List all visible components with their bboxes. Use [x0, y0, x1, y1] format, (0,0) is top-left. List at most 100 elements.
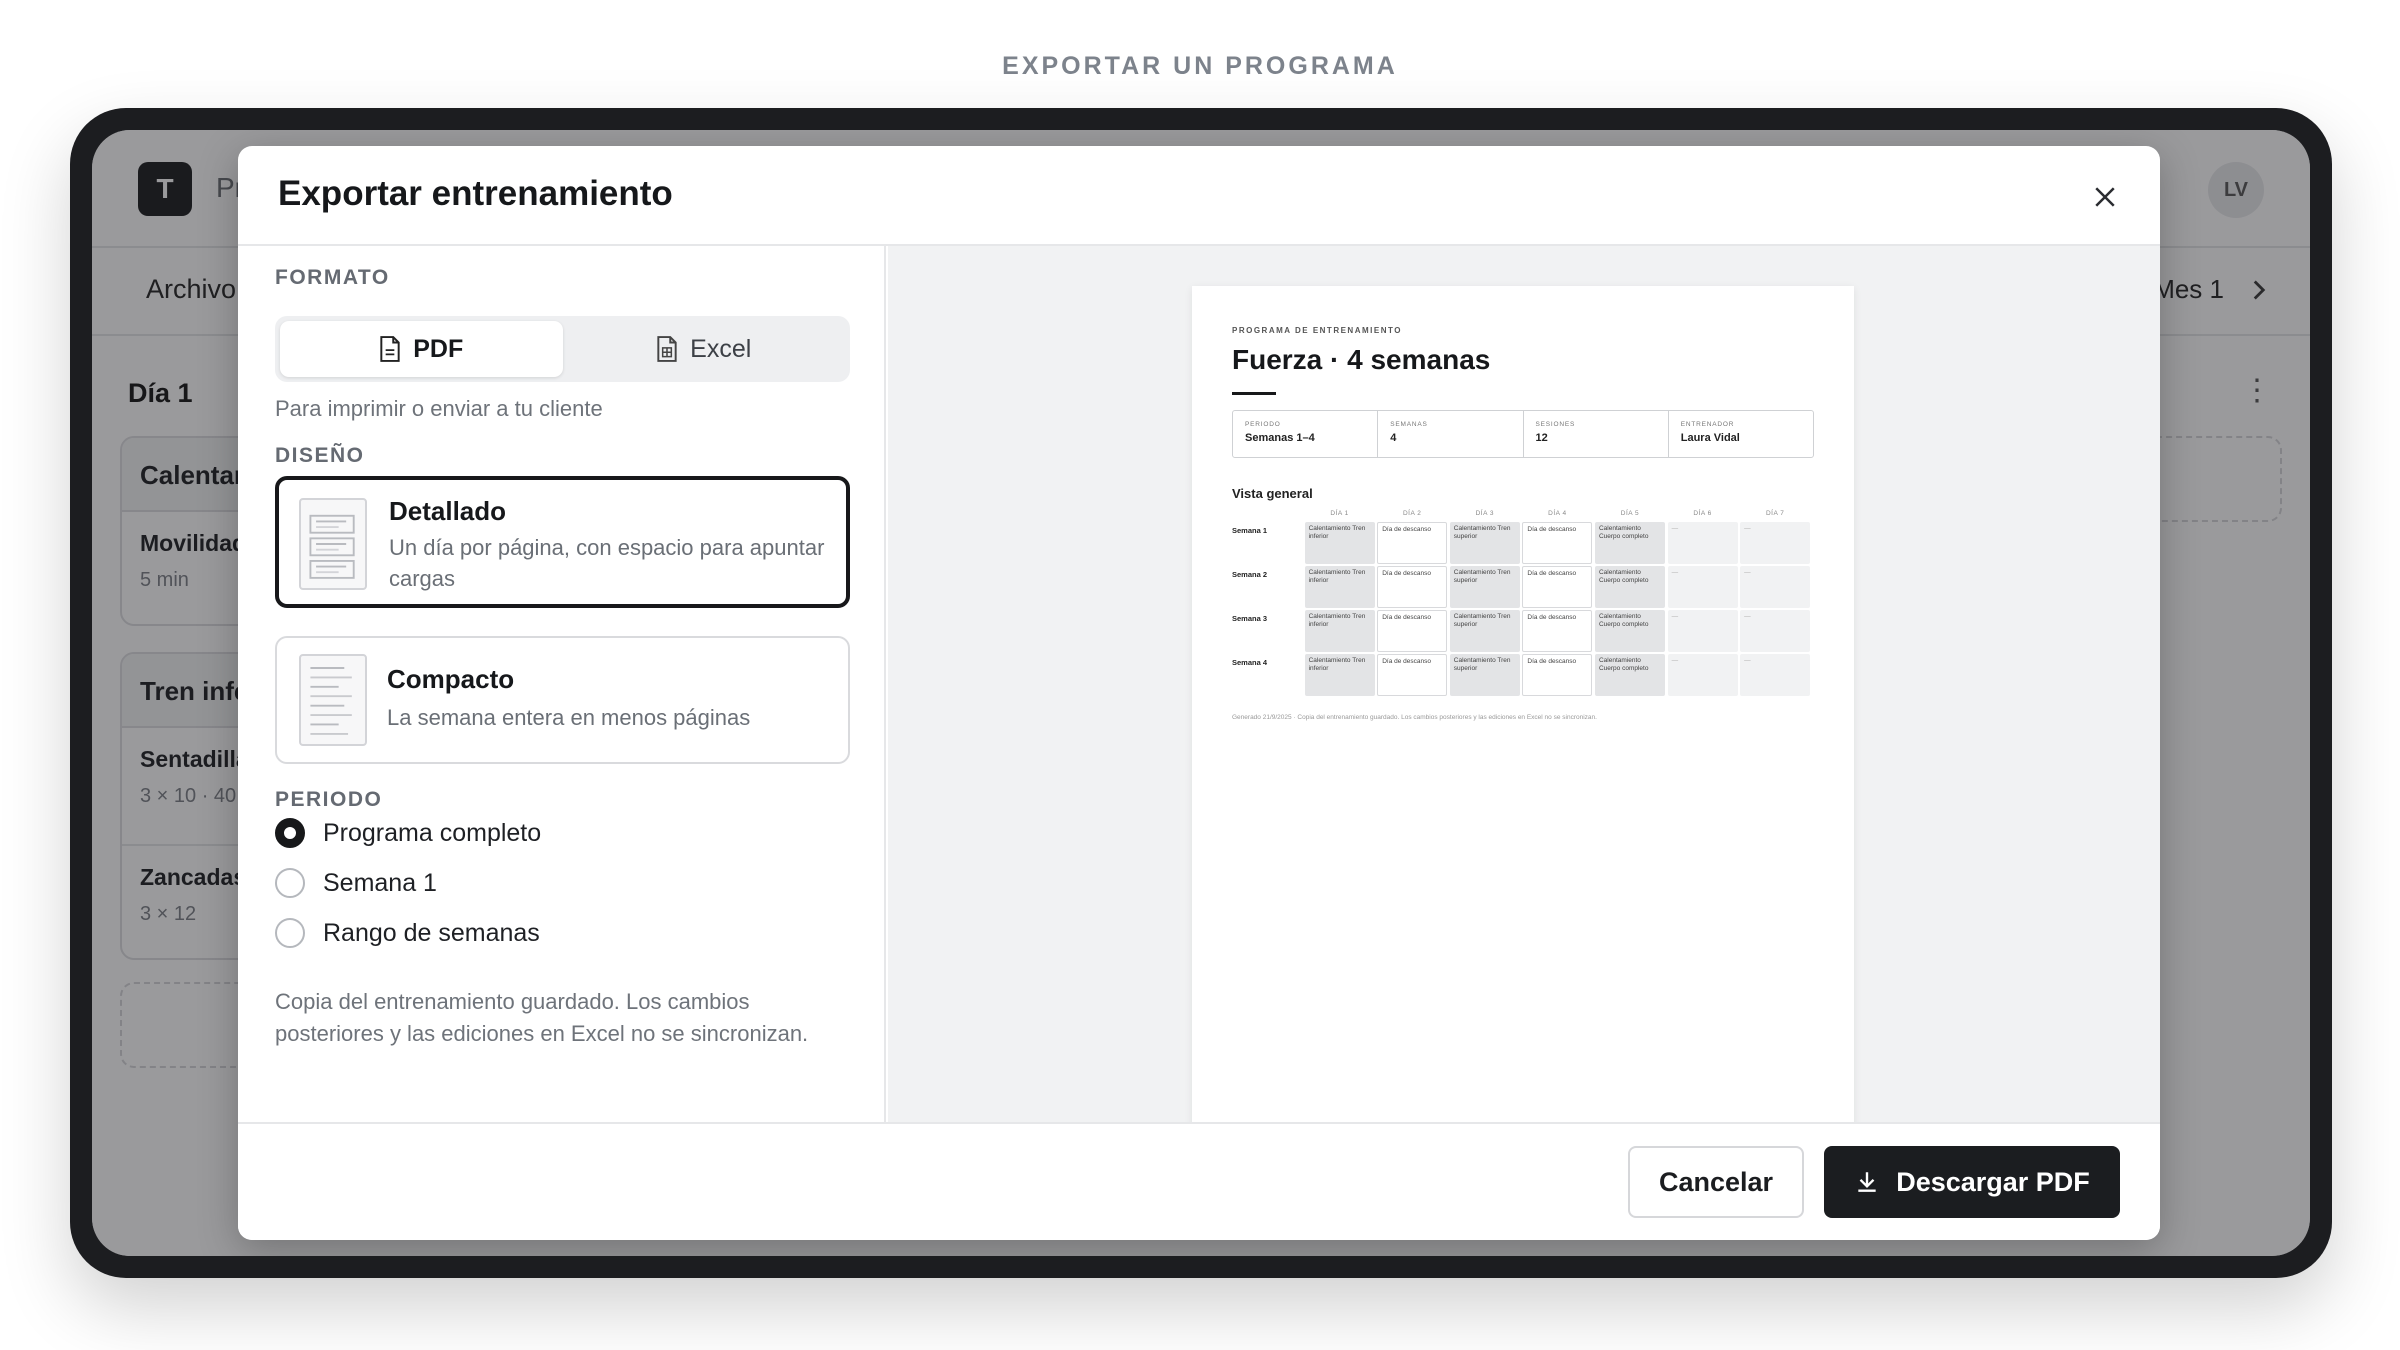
preview-week-row: Semana 1 Calentamiento Tren inferior Día… — [1232, 522, 1814, 566]
preview-grid-header: DÍA 1 DÍA 2 DÍA 3 DÍA 4 DÍA 5 DÍA 6 DÍA … — [1232, 510, 1814, 522]
period-option-label: Semana 1 — [323, 868, 437, 897]
preview-divider — [1232, 392, 1276, 395]
preview-kicker: PROGRAMA DE ENTRENAMIENTO — [1232, 326, 1402, 335]
grid-cell: Calentamiento Cuerpo completo — [1594, 610, 1665, 652]
format-pdf-option[interactable]: PDF — [280, 321, 563, 377]
download-pdf-button[interactable]: Descargar PDF — [1824, 1146, 2120, 1218]
grid-cell: Calentamiento Cuerpo completo — [1594, 566, 1665, 608]
preview-week-row: Semana 3 Calentamiento Tren inferior Día… — [1232, 610, 1814, 654]
dialog-footer: Cancelar Descargar PDF — [238, 1122, 2160, 1240]
design-option-description: La semana entera en menos páginas — [387, 705, 751, 730]
grid-cell: — — [1740, 566, 1811, 608]
grid-cell: — — [1740, 610, 1811, 652]
preview-section-title: Vista general — [1232, 486, 1313, 501]
day-header: DÍA 4 — [1548, 510, 1567, 517]
design-label: DISEÑO — [275, 444, 365, 467]
grid-cell: Calentamiento Tren inferior — [1304, 522, 1375, 564]
tablet-frame: T Pr LV Archivo Mes 1 Día 1 ⋮ Calentar M… — [70, 108, 2332, 1278]
period-option-label: Programa completo — [323, 818, 542, 847]
format-label: FORMATO — [275, 266, 390, 289]
grid-corner — [1232, 510, 1302, 522]
grid-cell: Calentamiento Tren superior — [1449, 610, 1520, 652]
dialog-title: Exportar entrenamiento — [278, 174, 673, 213]
meta-key: SEMANAS — [1390, 421, 1428, 428]
close-icon — [2095, 187, 2115, 207]
period-option-rango-semanas[interactable]: Rango de semanas — [275, 918, 540, 948]
period-option-label: Rango de semanas — [323, 918, 540, 947]
week-label: Semana 1 — [1232, 526, 1268, 535]
format-toggle: PDF Excel — [275, 316, 850, 382]
meta-value: 12 — [1535, 432, 1548, 444]
cancel-button[interactable]: Cancelar — [1628, 1146, 1804, 1218]
preview-panel[interactable]: PROGRAMA DE ENTRENAMIENTO Fuerza · 4 sem… — [888, 246, 2160, 1122]
day-header: DÍA 2 — [1402, 510, 1422, 517]
grid-cell: — — [1667, 522, 1738, 564]
grid-cell: — — [1667, 610, 1738, 652]
grid-cell: — — [1667, 654, 1738, 696]
preview-week-grid: DÍA 1 DÍA 2 DÍA 3 DÍA 4 DÍA 5 DÍA 6 DÍA … — [1232, 510, 1814, 698]
grid-cell: Día de descanso — [1522, 654, 1593, 696]
grid-cell: Calentamiento Tren inferior — [1304, 566, 1375, 608]
pdf-preview-page: PROGRAMA DE ENTRENAMIENTO Fuerza · 4 sem… — [1192, 286, 1854, 1122]
meta-value: Laura Vidal — [1680, 432, 1740, 444]
preview-title: Fuerza · 4 semanas — [1232, 344, 1491, 375]
week-label: Semana 2 — [1232, 570, 1268, 579]
day-header: DÍA 6 — [1693, 510, 1712, 517]
format-hint: Para imprimir o enviar a tu cliente — [275, 396, 603, 421]
grid-cell: Calentamiento Tren inferior — [1304, 610, 1375, 652]
options-panel: FORMATO PDF Excel Para imprimir o enviar… — [238, 246, 886, 1122]
preview-meta-cell: ENTRENADOR Laura Vidal — [1669, 411, 1813, 457]
document-icon — [380, 336, 400, 362]
preview-footer-note: Generado 21/9/2025 · Copia del entrenami… — [1232, 714, 1597, 721]
detailed-layout-icon — [299, 498, 367, 590]
design-detallado-option[interactable]: Detallado Un día por página, con espacio… — [275, 476, 850, 608]
spreadsheet-icon — [657, 336, 677, 362]
grid-cell: — — [1667, 566, 1738, 608]
dialog-header: Exportar entrenamiento — [238, 146, 2160, 246]
download-icon — [1858, 1172, 1876, 1192]
grid-cell: Calentamiento Tren superior — [1449, 566, 1520, 608]
grid-cell: — — [1740, 654, 1811, 696]
grid-cell: Día de descanso — [1377, 610, 1448, 652]
grid-cell: Calentamiento Tren superior — [1449, 522, 1520, 564]
grid-cell: Día de descanso — [1522, 566, 1593, 608]
meta-key: ENTRENADOR — [1680, 421, 1735, 428]
meta-key: PERIODO — [1245, 421, 1281, 428]
compact-layout-icon — [299, 654, 367, 746]
preview-meta-cell: PERIODO Semanas 1–4 — [1233, 411, 1379, 457]
grid-cell: Día de descanso — [1377, 522, 1448, 564]
format-excel-option[interactable]: Excel — [563, 321, 846, 377]
preview-meta-table: PERIODO Semanas 1–4 SEMANAS 4 SESIONES 12 E… — [1232, 410, 1814, 458]
meta-key: SESIONES — [1535, 421, 1576, 428]
format-pdf-label: PDF — [413, 334, 464, 363]
download-pdf-label: Descargar PDF — [1896, 1166, 2090, 1197]
grid-cell: Día de descanso — [1377, 654, 1448, 696]
day-header: DÍA 3 — [1475, 510, 1494, 517]
design-option-title: Compacto — [387, 664, 515, 694]
app-screen: T Pr LV Archivo Mes 1 Día 1 ⋮ Calentar M… — [92, 130, 2310, 1256]
page-caption: EXPORTAR UN PROGRAMA — [1002, 52, 1398, 80]
grid-cell: Día de descanso — [1522, 522, 1593, 564]
week-label: Semana 4 — [1232, 658, 1268, 667]
grid-cell: Calentamiento Tren superior — [1449, 654, 1520, 696]
design-compacto-option[interactable]: Compacto La semana entera en menos págin… — [275, 636, 850, 764]
grid-cell: Día de descanso — [1522, 610, 1593, 652]
preview-week-row: Semana 4 Calentamiento Tren inferior Día… — [1232, 654, 1814, 698]
day-header: DÍA 1 — [1330, 510, 1349, 517]
design-option-description: Un día por página, con espacio para apun… — [389, 535, 825, 591]
meta-value: Semanas 1–4 — [1245, 432, 1315, 444]
meta-value: 4 — [1390, 432, 1397, 444]
period-label: PERIODO — [275, 788, 383, 811]
radio-checked-icon — [275, 818, 305, 848]
format-excel-label: Excel — [690, 334, 752, 363]
period-option-programa-completo[interactable]: Programa completo — [275, 818, 541, 848]
radio-unchecked-icon — [275, 868, 305, 898]
grid-cell: Calentamiento Cuerpo completo — [1594, 654, 1665, 696]
close-button[interactable] — [2090, 182, 2120, 212]
export-dialog: Exportar entrenamiento FORMATO PDF Excel — [238, 146, 2160, 1240]
day-header: DÍA 7 — [1765, 510, 1785, 517]
design-option-title: Detallado — [389, 496, 507, 526]
period-option-semana-1[interactable]: Semana 1 — [275, 868, 437, 898]
grid-cell: Calentamiento Tren inferior — [1304, 654, 1375, 696]
day-header: DÍA 5 — [1620, 510, 1640, 517]
